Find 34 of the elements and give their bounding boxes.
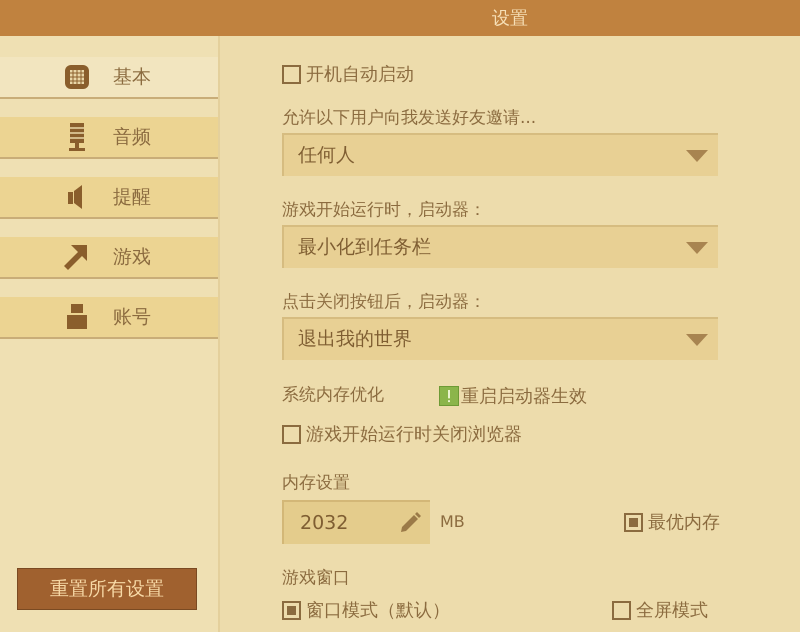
option-label: 游戏开始运行时关闭浏览器 — [306, 422, 522, 446]
reset-button[interactable]: 重置所有设置 — [17, 568, 197, 610]
checkbox[interactable] — [282, 424, 301, 444]
field-label: 内存设置 — [282, 472, 351, 493]
option-label: 窗口模式（默认） — [306, 598, 450, 622]
dropdown[interactable]: 任何人 — [282, 133, 718, 176]
sidebar-item[interactable]: 基本 — [0, 57, 218, 99]
field-label: 游戏开始运行时，启动器： — [282, 199, 487, 220]
caret-icon — [686, 242, 708, 254]
memory-field[interactable]: 2032 — [282, 500, 430, 544]
option-label: 开机自动启动 — [306, 62, 414, 86]
field-label: 点击关闭按钮后，启动器： — [282, 291, 487, 312]
field-label: 允许以下用户向我发送好友邀请... — [282, 107, 538, 128]
caret-icon — [686, 334, 708, 346]
sidebar-item[interactable]: 音频 — [0, 117, 218, 159]
unit-label: MB — [440, 511, 465, 533]
warning-icon — [439, 386, 459, 406]
field-label: 游戏窗口 — [282, 567, 351, 588]
notice-text: 重启启动器生效 — [461, 384, 587, 408]
checkbox[interactable] — [282, 64, 301, 84]
pencil-icon — [398, 511, 422, 535]
dropdown[interactable]: 最小化到任务栏 — [282, 225, 718, 268]
radio-box[interactable] — [282, 600, 301, 620]
sidebar-item[interactable]: 游戏 — [0, 237, 218, 279]
option-label: 最优内存 — [648, 510, 720, 534]
sidebar-item[interactable]: 提醒 — [0, 177, 218, 219]
field-label: 系统内存优化 — [282, 384, 385, 408]
caret-icon — [686, 150, 708, 162]
window-title: 设置 — [492, 6, 528, 30]
checkbox[interactable] — [624, 512, 643, 532]
sidebar-item[interactable]: 账号 — [0, 297, 218, 339]
dropdown[interactable]: 退出我的世界 — [282, 317, 718, 360]
radio-box[interactable] — [612, 600, 631, 620]
option-label: 全屏模式 — [636, 598, 708, 622]
